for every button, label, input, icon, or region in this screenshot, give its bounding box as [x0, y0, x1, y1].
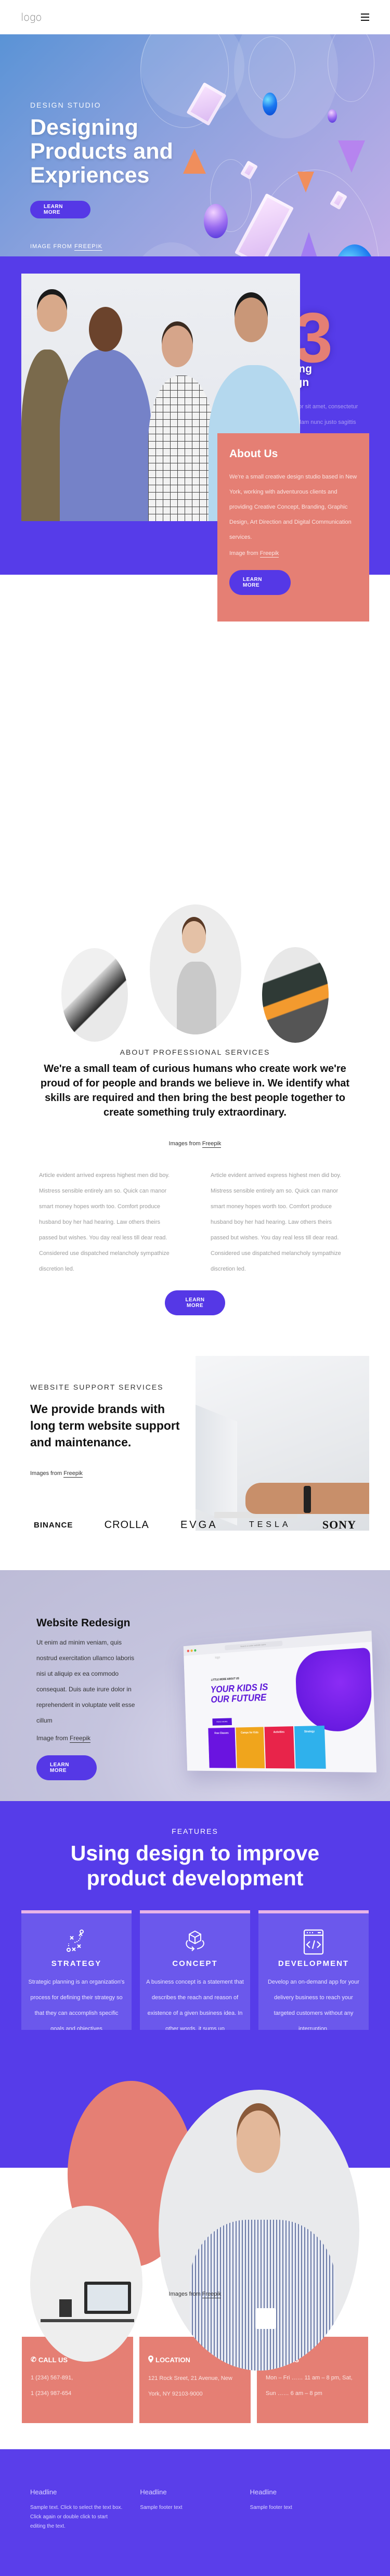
hero-image-credit: IMAGE FROM FREEPIK — [30, 243, 173, 251]
mockup-card: Free Classes — [208, 1727, 237, 1768]
about-title: About Us — [229, 448, 278, 460]
features-section: FEATURES Using design to improve product … — [0, 1801, 390, 2085]
freepik-link[interactable]: Freepik — [202, 2291, 222, 2298]
mockup-address-bar: Search or enter website name — [225, 1640, 283, 1651]
feature-title: DEVELOPMENT — [278, 1959, 349, 1968]
smiling-man-headphones-image — [159, 2090, 359, 2371]
location-pin-icon — [148, 2355, 153, 2364]
brand-logos: BINANCE CROLLA EVGA TESLA SONY — [34, 1512, 356, 1538]
feature-title: STRATEGY — [51, 1959, 102, 1968]
code-window-icon — [258, 1929, 369, 1955]
hero-learn-more-button[interactable]: LEARN MORE — [30, 201, 90, 218]
concept-icon — [140, 1929, 250, 1953]
freepik-link[interactable]: Freepik — [259, 550, 279, 558]
freepik-link[interactable]: FREEPIK — [74, 243, 103, 251]
site-header: logo — [0, 0, 390, 34]
hero-title-line: Expriences — [30, 163, 150, 188]
mockup-card: Camps for Kids — [236, 1727, 265, 1768]
footer-column: Headline Sample footer text — [140, 2488, 250, 2576]
pro-column-text: Article evident arrived express highest … — [39, 1172, 170, 1272]
mockup-kicker: LITTLE MORE ABOUT US — [211, 1677, 239, 1682]
hero-section: DESIGN STUDIO Designing Products and Exp… — [0, 34, 390, 256]
about-image-credit: Image from Freepik — [229, 550, 279, 558]
contact-title: CALL US — [38, 2355, 68, 2364]
laptop-hands-photo — [196, 1356, 369, 1531]
feature-text: Strategic planning is an organization's … — [28, 1979, 125, 2032]
website-redesign-section: Website Redesign Ut enim ad minim veniam… — [0, 1570, 390, 1801]
hero-title: Designing Products and Expriences — [30, 115, 173, 187]
phone-icon: ✆ — [31, 2355, 36, 2363]
images-credit: Images from Freepik — [168, 2291, 222, 2298]
young-man-portrait — [150, 904, 241, 1034]
redesign-title: Website Redesign — [36, 1617, 131, 1629]
service-images — [0, 882, 390, 1048]
contact-lines: 121 Rock Sreet, 21 Avenue, New York, NY 9… — [148, 2375, 232, 2397]
desk-workspace-image — [30, 2206, 142, 2362]
about-learn-more-button[interactable]: LEARN MORE — [229, 570, 291, 595]
redesign-text: Ut enim ad minim veniam, quis nostrud ex… — [36, 1639, 135, 1724]
browser-mockup: Search or enter website name logo LITTLE… — [183, 1630, 377, 1772]
logo[interactable]: logo — [21, 11, 42, 23]
footer-headline: Headline — [30, 2488, 57, 2496]
features-title: Using design to improve product developme… — [70, 1841, 320, 1890]
feature-title: CONCEPT — [172, 1959, 218, 1968]
contact-lines: Mon – Fri …… 11 am – 8 pm, Sat, Sun …… 6 … — [266, 2375, 353, 2397]
pro-learn-more-button[interactable]: LEARN MORE — [165, 1290, 225, 1315]
hero-kicker: DESIGN STUDIO — [30, 101, 101, 109]
footer-text: Sample text. Click to select the text bo… — [30, 2505, 123, 2529]
redesign-image-credit: Image from Freepik — [36, 1734, 91, 1743]
pro-kicker: ABOUT PROFESSIONAL SERVICES — [120, 1048, 270, 1056]
strategy-icon — [21, 1929, 132, 1953]
laptop-typing-image — [61, 948, 128, 1042]
evga-logo: EVGA — [180, 1519, 218, 1531]
credit-prefix: IMAGE FROM — [30, 243, 72, 250]
freepik-link[interactable]: Freepik — [202, 1141, 222, 1148]
freepik-link[interactable]: Freepik — [70, 1734, 91, 1743]
pro-image-credit: Images from Freepik — [168, 1141, 222, 1148]
feature-text: Develop an on-demand app for your delive… — [267, 1979, 360, 2032]
mockup-illustration — [295, 1647, 373, 1732]
footer-text: Sample footer text — [140, 2505, 183, 2510]
hero-title-line: Products and — [30, 139, 173, 164]
redesign-learn-more-button[interactable]: LEARN MORE — [36, 1755, 97, 1780]
support-kicker: WEBSITE SUPPORT SERVICES — [30, 1383, 164, 1391]
contact-lines: 1 (234) 567-891, 1 (234) 987-654 — [31, 2370, 124, 2401]
tesla-logo: TESLA — [249, 1520, 291, 1529]
hero-title-line: Designing — [30, 115, 138, 140]
footer-column: Headline Sample footer text — [250, 2488, 360, 2576]
pro-column-text: Article evident arrived express highest … — [211, 1172, 342, 1272]
footer-text: Sample footer text — [250, 2505, 292, 2510]
mockup-logo: logo — [215, 1656, 220, 1660]
features-kicker: FEATURES — [172, 1827, 218, 1835]
video-call-laptop-image — [262, 947, 329, 1043]
site-footer: Headline Sample text. Click to select th… — [0, 2449, 390, 2576]
phone-number[interactable]: 1 (234) 987-654 — [31, 2390, 71, 2397]
mockup-card: Strategy — [294, 1725, 326, 1769]
support-title: We provide brands with long term website… — [30, 1402, 180, 1449]
footer-headline: Headline — [250, 2488, 277, 2496]
mockup-read-more: READ MORE — [212, 1718, 232, 1726]
images-band: Images from Freepik — [0, 2030, 390, 2371]
pro-lead: We're a small team of curious humans who… — [40, 1063, 350, 1118]
hero-content: DESIGN STUDIO Designing Products and Exp… — [30, 101, 173, 251]
binance-logo: BINANCE — [34, 1520, 73, 1530]
contact-title: LOCATION — [155, 2356, 190, 2364]
feature-text: A business concept is a statement that d… — [146, 1979, 244, 2032]
pro-columns: Article evident arrived express highest … — [39, 1168, 351, 1277]
footer-column: Headline Sample text. Click to select th… — [30, 2488, 140, 2576]
mockup-title: YOUR KIDS IS OUR FUTURE — [210, 1681, 268, 1705]
hamburger-icon[interactable] — [361, 14, 369, 21]
about-text: We're a small creative design studio bas… — [229, 474, 357, 540]
about-card: About Us We're a small creative design s… — [217, 433, 369, 622]
freepik-link[interactable]: Freepik — [63, 1470, 83, 1478]
sony-logo: SONY — [322, 1518, 356, 1531]
support-image-credit: Images from Freepik — [30, 1470, 83, 1478]
footer-headline: Headline — [140, 2488, 167, 2496]
mockup-card: Activities — [264, 1726, 295, 1769]
crolla-logo: CROLLA — [104, 1519, 149, 1531]
phone-number[interactable]: 1 (234) 567-891, — [31, 2375, 73, 2381]
professional-services-section: ABOUT PROFESSIONAL SERVICES We're a smal… — [0, 882, 390, 1315]
